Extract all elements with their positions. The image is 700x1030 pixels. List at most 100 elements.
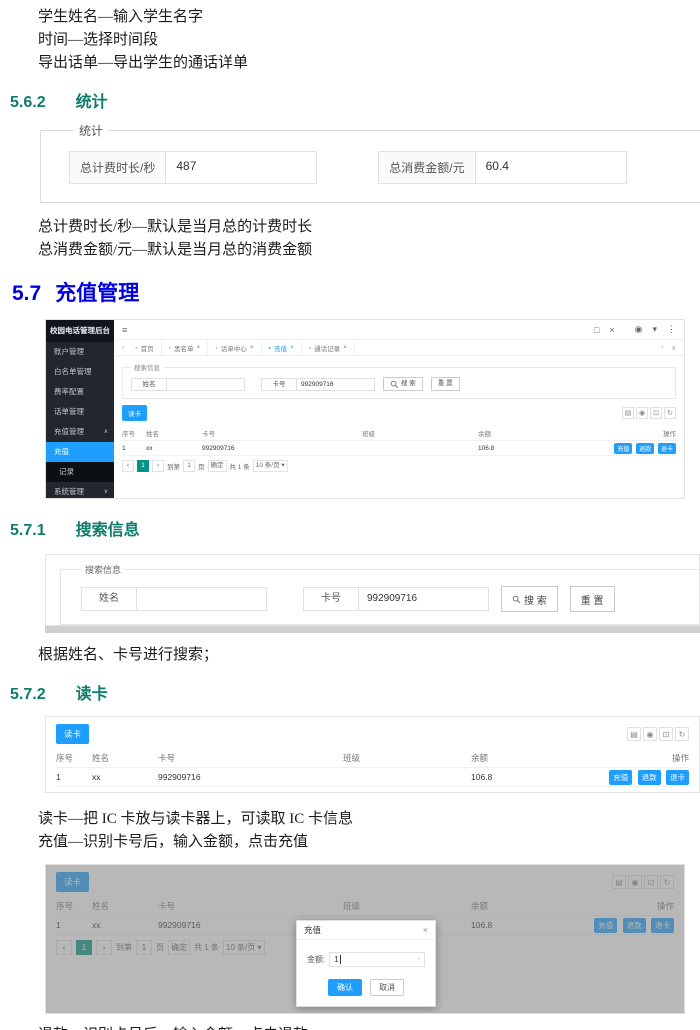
card-input[interactable]: 992909716 — [359, 587, 489, 611]
cancel-button[interactable]: 取消 — [370, 979, 404, 996]
page-prev-button[interactable]: ‹ — [56, 792, 72, 793]
reset-button[interactable]: 重 置 — [570, 586, 615, 612]
tab-recharge[interactable]: ●充值× — [262, 340, 302, 355]
name-input[interactable] — [167, 378, 245, 391]
tab-home[interactable]: ●首页 — [128, 340, 161, 355]
name-field-label: 姓名 — [81, 587, 137, 611]
cell-no: 1 — [122, 445, 146, 452]
goto-confirm-button[interactable]: 确定 — [208, 460, 227, 472]
section-number: 5.7 — [12, 282, 41, 305]
refund-action-button[interactable]: 退款 — [638, 770, 661, 785]
per-page-select[interactable]: 10 条/页 ▾ — [223, 792, 265, 793]
stats-note-1: 总计费时长/秒—默认是当月总的计费时长 — [38, 216, 700, 239]
section-number: 5.7.2 — [10, 686, 46, 703]
more-icon[interactable]: ⋮ — [667, 324, 676, 335]
amount-field-label: 金额: — [307, 954, 325, 965]
maximize-icon[interactable]: □ — [594, 325, 599, 335]
avatar-icon[interactable]: ◉▾ — [625, 324, 657, 335]
page-current[interactable]: 1 — [76, 792, 92, 793]
stat-duration-value[interactable]: 487 — [166, 152, 316, 183]
read-card-button[interactable]: 读卡 — [122, 405, 147, 421]
section-heading-57: 5.7充值管理 — [12, 277, 700, 307]
read-card-button[interactable]: 读卡 — [56, 724, 89, 744]
sidebar-item-whitelist[interactable]: 白名单管理 — [46, 362, 114, 382]
confirm-button[interactable]: 确认 — [328, 979, 362, 996]
sidebar-item-system-group[interactable]: 系统管理 ∨ — [46, 482, 114, 499]
search-button-label: 搜 索 — [401, 378, 416, 390]
sidebar-item-accounts[interactable]: 账户管理 — [46, 342, 114, 362]
return-card-action-button[interactable]: 退卡 — [658, 443, 676, 454]
page-input[interactable]: 1 — [183, 460, 195, 472]
refresh-icon[interactable]: ↻ — [664, 407, 676, 419]
menu-icon[interactable]: ≡ — [122, 325, 127, 335]
col-actions: 操作 — [574, 428, 676, 438]
tab-dot-icon: ● — [215, 345, 217, 350]
col-card: 卡号 — [202, 428, 362, 438]
refund-action-button[interactable]: 退款 — [636, 443, 654, 454]
caret-down-icon: ▾ — [652, 324, 657, 334]
recharge-action-button[interactable]: 充值 — [609, 770, 632, 785]
tab-call-center[interactable]: ●话单中心× — [208, 340, 261, 355]
page-current[interactable]: 1 — [137, 460, 149, 472]
sidebar: 校园电话管理后台 账户管理 白名单管理 费率配置 话单管理 充值管理 ∧ 充值 … — [46, 320, 114, 498]
table-row: 1 xx 992909716 106.8 充值 退款 退卡 — [122, 441, 676, 456]
col-balance: 余额 — [478, 428, 574, 438]
per-page-select[interactable]: 10 条/页 ▾ — [253, 460, 288, 472]
name-input[interactable] — [137, 587, 267, 611]
close-icon[interactable]: × — [609, 325, 614, 335]
cell-balance: 106.8 — [478, 445, 574, 452]
filter-icon[interactable]: ▤ — [622, 407, 634, 419]
search-button[interactable]: 搜 索 — [383, 377, 423, 391]
stats-note-2: 总消费金额/元—默认是当月总的消费金额 — [38, 239, 700, 262]
filter-icon[interactable]: ▤ — [627, 727, 641, 741]
search-button[interactable]: 搜 索 — [501, 586, 558, 612]
tab-close-icon[interactable]: × — [290, 344, 294, 351]
tab-close-icon[interactable]: × — [197, 344, 201, 351]
recharge-action-button[interactable]: 充值 — [614, 443, 632, 454]
card-input[interactable]: 992909716 — [297, 378, 375, 391]
sidebar-item-recharge-group[interactable]: 充值管理 ∧ — [46, 422, 114, 442]
tab-call-log[interactable]: ●通话记录× — [302, 340, 355, 355]
table-header-row: 序号 姓名 卡号 班级 余额 操作 — [56, 749, 689, 768]
return-card-action-button[interactable]: 退卡 — [666, 770, 689, 785]
readcard-note-2: 充值—识别卡号后，输入金额，点击充值 — [38, 831, 700, 854]
goto-confirm-button[interactable]: 确定 — [168, 792, 190, 793]
screenshot-admin-ui: 校园电话管理后台 账户管理 白名单管理 费率配置 话单管理 充值管理 ∧ 充值 … — [45, 319, 685, 499]
per-page-value: 10 条/页 — [256, 462, 280, 469]
sidebar-title: 校园电话管理后台 — [46, 320, 114, 342]
page-next-button[interactable]: › — [96, 792, 112, 793]
tab-close-icon[interactable]: × — [250, 344, 254, 351]
tab-collapse-icon[interactable]: ∨ — [667, 344, 680, 352]
screenshot-search-panel: 搜索信息 姓名 卡号 992909716 搜 索 重 置 — [45, 554, 700, 626]
sidebar-subitem-records[interactable]: 记录 — [46, 462, 114, 482]
chevron-up-icon: ∧ — [104, 422, 108, 442]
reset-button[interactable]: 重 置 — [431, 377, 460, 391]
print-icon[interactable]: ⊡ — [650, 407, 662, 419]
tab-blacklist[interactable]: ●黑名单× — [162, 340, 209, 355]
table-toolbar: ▤ ◉ ⊡ ↻ — [627, 727, 689, 741]
amount-input[interactable]: 1◦ — [329, 952, 425, 967]
print-icon[interactable]: ⊡ — [659, 727, 673, 741]
user-icon[interactable]: ◉ — [636, 407, 648, 419]
user-icon[interactable]: ◉ — [643, 727, 657, 741]
page-prev-button[interactable]: ‹ — [122, 460, 134, 472]
tab-scroll-left-icon[interactable]: ‹ — [118, 344, 128, 351]
refresh-icon[interactable]: ↻ — [675, 727, 689, 741]
clear-icon[interactable]: ◦ — [418, 956, 420, 963]
col-name: 姓名 — [146, 428, 202, 438]
sidebar-item-rates[interactable]: 费率配置 — [46, 382, 114, 402]
sidebar-item-call-records[interactable]: 话单管理 — [46, 402, 114, 422]
page-input[interactable]: 1 — [136, 792, 152, 793]
screenshot-cut-edge — [45, 626, 700, 633]
tab-close-icon[interactable]: × — [343, 344, 347, 351]
close-icon[interactable]: × — [423, 925, 428, 935]
page-next-button[interactable]: › — [152, 460, 164, 472]
tab-scroll-right-icon[interactable]: › — [657, 344, 667, 351]
pagination: ‹ 1 › 到第 1 页 确定 共 1 条 10 条/页 ▾ — [56, 792, 689, 793]
screenshot-readcard-table: 读卡 ▤ ◉ ⊡ ↻ 序号 姓名 卡号 班级 余额 操作 1 xx 992909… — [45, 716, 700, 793]
search-button-label: 搜 索 — [524, 592, 547, 607]
stat-amount-value[interactable]: 60.4 — [476, 152, 626, 183]
cell-name: xx — [92, 772, 158, 782]
sidebar-subitem-recharge[interactable]: 充值 — [46, 442, 114, 462]
tab-dot-icon: ● — [135, 345, 137, 350]
